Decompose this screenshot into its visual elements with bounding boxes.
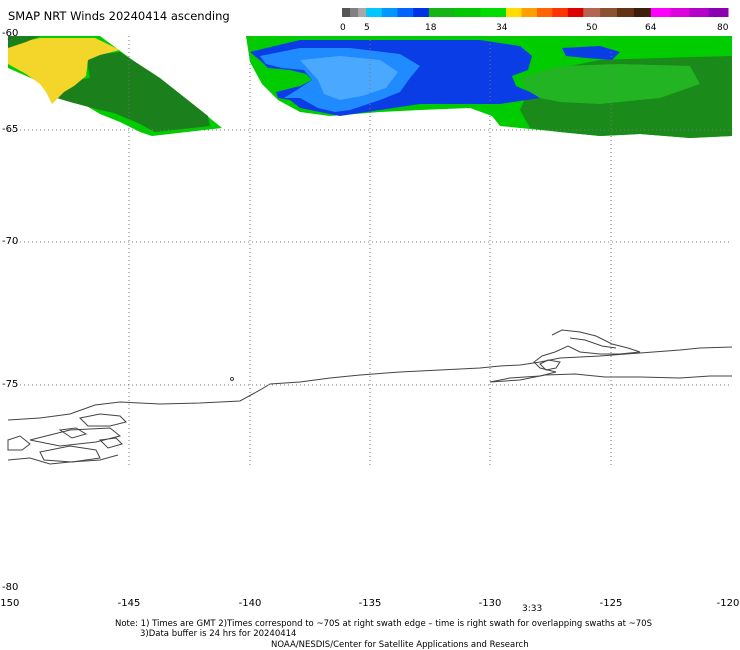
lon-label-145: -145 (118, 598, 141, 609)
latitude-labels: -60 -65 -70 -75 -80 (2, 28, 18, 593)
colorbar-cell-1-1 (381, 8, 398, 17)
map-title: SMAP NRT Winds 20240414 ascending (8, 9, 230, 23)
small-island (230, 377, 234, 381)
colorbar-cell-5-0 (650, 8, 671, 17)
colorbar-cell-0-1 (350, 8, 359, 17)
colorbar-cell-2-2 (480, 8, 507, 17)
lat-label-65: -65 (2, 124, 18, 135)
colorbar-cell-0-0 (342, 8, 351, 17)
lat-label-75: -75 (2, 379, 18, 390)
lon-label-150: -150 (0, 598, 19, 609)
colorbar-cell-0-2 (358, 8, 367, 17)
map-figure: SMAP NRT Winds 20240414 ascending 0 5 18… (0, 8, 739, 650)
note-line-2: 3)Data buffer is 24 hrs for 20240414 (140, 629, 296, 639)
colorbar-cell-4-2 (617, 8, 635, 17)
colorbar-cell-1-2 (397, 8, 414, 17)
wind-swath (8, 36, 732, 138)
colorbar-cell-1-3 (413, 8, 430, 17)
colorbar-cell-3-4 (567, 8, 584, 17)
colorbar-cell-4-0 (583, 8, 601, 17)
colorbar-label-64: 64 (645, 23, 657, 33)
colorbar-label-5: 5 (364, 23, 370, 33)
footer-notes: Note: 1) Times are GMT 2)Times correspon… (115, 619, 652, 650)
lon-label-120: -120 (717, 598, 740, 609)
colorbar-cell-4-1 (600, 8, 618, 17)
colorbar-cell-5-1 (670, 8, 690, 17)
lon-label-130: -130 (479, 598, 502, 609)
longitude-labels: -150 -145 -140 -135 -130 -125 -120 (0, 598, 739, 609)
coastline-lower-edge (7, 454, 119, 465)
colorbar-label-18: 18 (425, 23, 437, 33)
colorbar-cell-2-1 (454, 8, 481, 17)
lon-label-140: -140 (239, 598, 262, 609)
colorbar-cell-2-0 (428, 8, 456, 17)
colorbar-label-80: 80 (717, 23, 729, 33)
colorbar-cell-5-2 (689, 8, 710, 17)
colorbar-label-34: 34 (496, 23, 508, 33)
wind-speed-colorbar (342, 8, 729, 17)
lon-label-125: -125 (600, 598, 623, 609)
note-line-1: Note: 1) Times are GMT 2)Times correspon… (115, 619, 652, 629)
coastline-islands-west (7, 413, 127, 463)
lat-label-70: -70 (2, 236, 18, 247)
colorbar-tick-labels: 0 5 18 34 50 64 80 (340, 23, 729, 33)
colorbar-cell-3-2 (536, 8, 553, 17)
lat-label-60: -60 (2, 28, 18, 39)
colorbar-cell-3-1 (521, 8, 538, 17)
colorbar-cell-3-0 (506, 8, 522, 17)
colorbar-cell-5-3 (708, 8, 729, 17)
lat-label-80: -80 (2, 582, 18, 593)
colorbar-cell-3-3 (552, 8, 569, 17)
note-line-3: NOAA/NESDIS/Center for Satellite Applica… (271, 640, 529, 650)
colorbar-cell-4-3 (633, 8, 652, 17)
swath-time-label: 3:33 (522, 604, 542, 614)
lon-label-135: -135 (359, 598, 382, 609)
colorbar-label-0: 0 (340, 23, 346, 33)
colorbar-label-50: 50 (586, 23, 598, 33)
coastline-main (7, 346, 733, 421)
colorbar-cell-1-0 (366, 8, 383, 17)
